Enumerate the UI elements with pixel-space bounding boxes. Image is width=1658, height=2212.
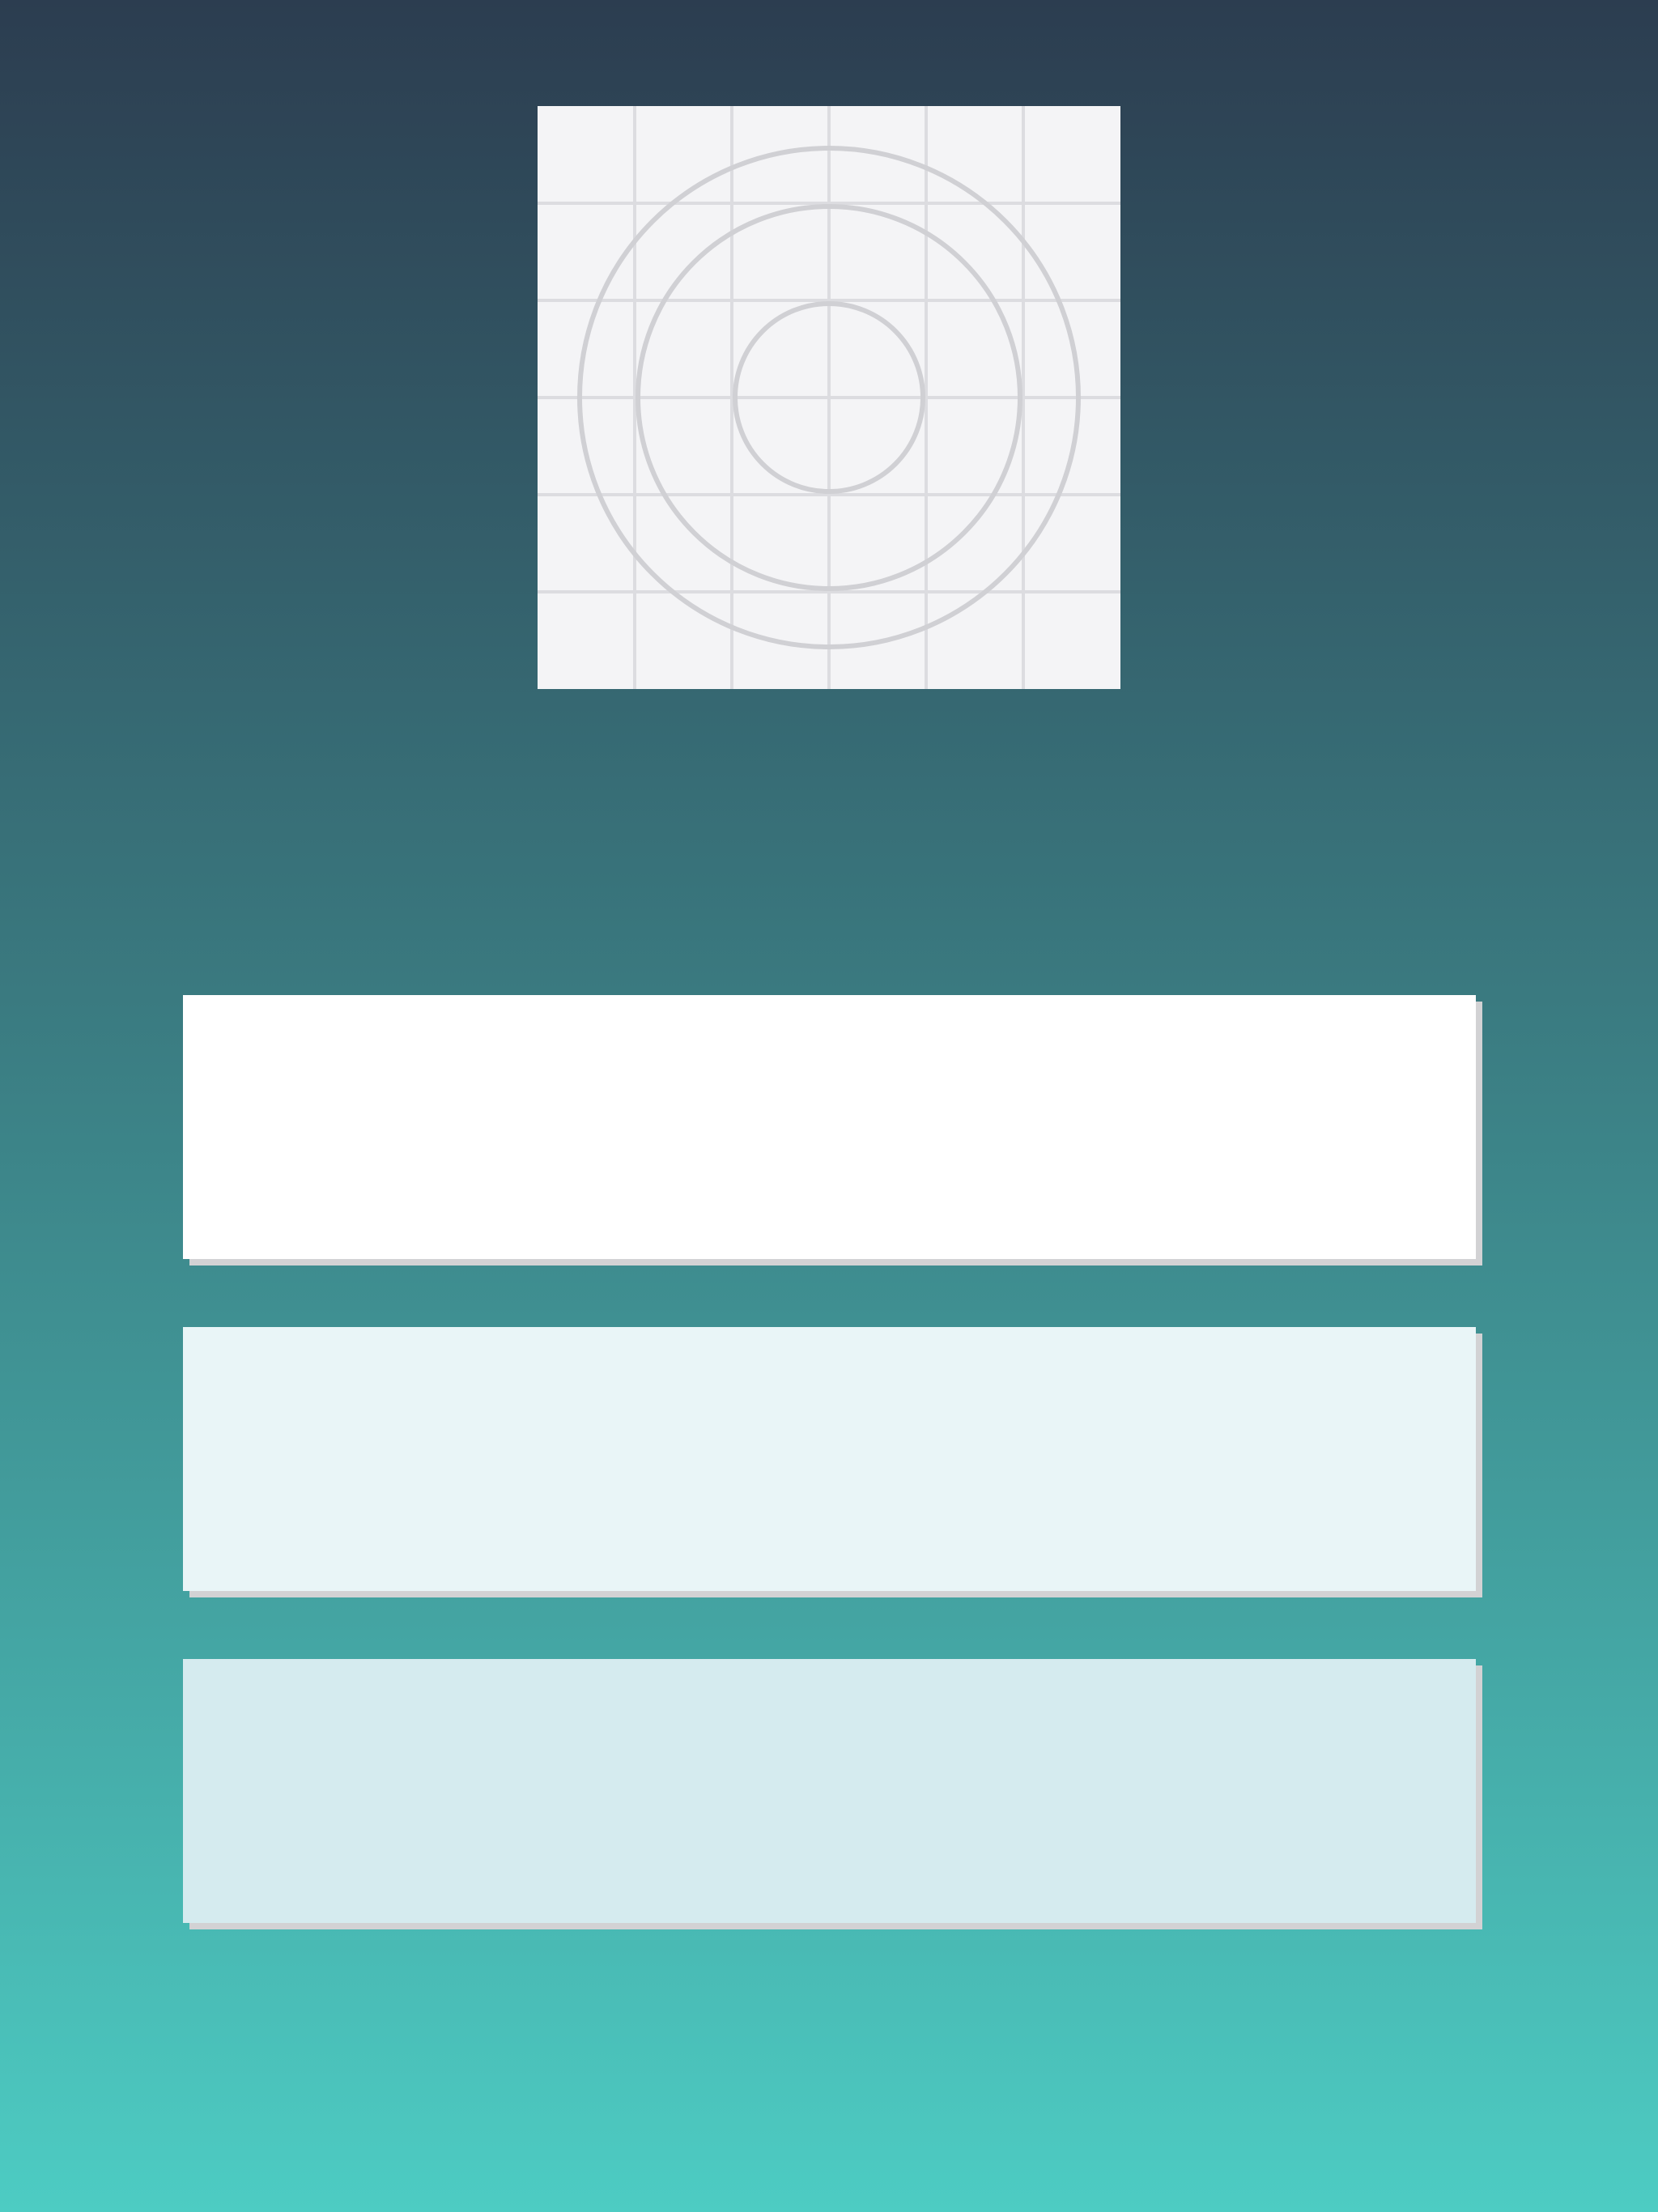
menu-button-3[interactable] <box>183 1659 1476 1923</box>
menu-button-2[interactable] <box>183 1327 1476 1591</box>
icon-template-grid-icon <box>538 106 1120 689</box>
app-icon <box>538 106 1120 689</box>
app-screen: { "app_icon": { "name": "app-icon-placeh… <box>0 0 1658 2212</box>
menu-button-1[interactable] <box>183 995 1476 1259</box>
